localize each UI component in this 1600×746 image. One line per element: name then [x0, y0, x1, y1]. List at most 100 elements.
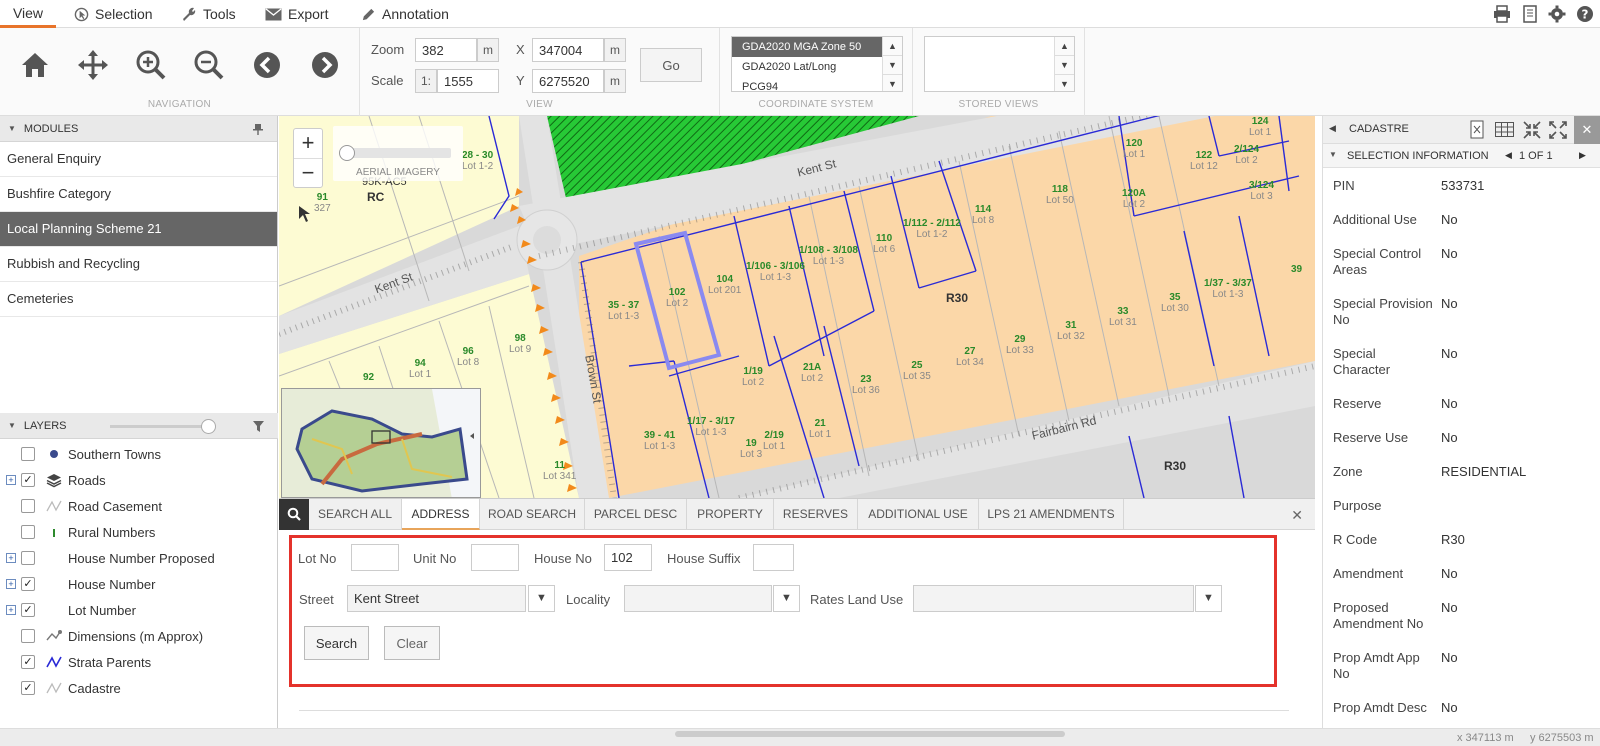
- forward-arrow-icon[interactable]: [308, 48, 342, 82]
- layer-checkbox[interactable]: ✓: [21, 681, 35, 695]
- coordinate-option[interactable]: GDA2020 Lat/Long: [732, 57, 902, 77]
- home-icon[interactable]: [18, 48, 52, 82]
- house-suffix-input[interactable]: [753, 544, 794, 571]
- horizontal-scrollbar[interactable]: [675, 731, 1065, 737]
- collapse-icon[interactable]: ▼: [1329, 150, 1337, 159]
- tab-road-search[interactable]: ROAD SEARCH: [480, 499, 585, 530]
- layer-row-house-number-proposed[interactable]: + House Number Proposed: [0, 545, 278, 571]
- map-zoom-out-button[interactable]: −: [294, 159, 322, 189]
- menu-tab-view[interactable]: View: [0, 0, 56, 28]
- close-icon[interactable]: ✕: [1291, 507, 1303, 524]
- lot-no-input[interactable]: [351, 544, 399, 571]
- stored-views-list[interactable]: ▲ ▼ ▼: [924, 36, 1075, 92]
- rates-land-use-select[interactable]: [913, 585, 1194, 612]
- coordinate-option[interactable]: PCG94: [732, 77, 902, 91]
- layer-checkbox[interactable]: [21, 629, 35, 643]
- modules-header[interactable]: ▼ MODULES: [0, 116, 277, 142]
- table-icon[interactable]: [1495, 122, 1514, 137]
- layer-row-strata-parents[interactable]: ✓ Strata Parents: [0, 649, 278, 675]
- layer-checkbox[interactable]: ✓: [21, 655, 35, 669]
- layer-checkbox[interactable]: [21, 447, 35, 461]
- opacity-slider[interactable]: [110, 419, 216, 434]
- locality-select[interactable]: [624, 585, 772, 612]
- expand-icon[interactable]: +: [6, 475, 16, 485]
- print-icon[interactable]: [1493, 5, 1511, 23]
- list-scroll-controls[interactable]: ▲ ▼ ▼: [1054, 37, 1074, 91]
- map-canvas[interactable]: Kent St Kent St Brown St Fairbairn Rd RC…: [279, 116, 1315, 498]
- menu-tab-selection[interactable]: Selection: [74, 0, 153, 28]
- tab-reserves[interactable]: RESERVES: [774, 499, 858, 530]
- tab-property[interactable]: PROPERTY: [687, 499, 774, 530]
- layer-checkbox[interactable]: [21, 525, 35, 539]
- overview-map[interactable]: [281, 388, 481, 498]
- collapse-left-icon[interactable]: ◀: [1329, 123, 1336, 134]
- prev-record-icon[interactable]: ◀: [1505, 150, 1512, 161]
- aerial-slider-track[interactable]: [339, 145, 451, 161]
- zoom-input[interactable]: [415, 38, 477, 62]
- back-arrow-icon[interactable]: [250, 48, 284, 82]
- module-item-cemeteries[interactable]: Cemeteries: [0, 282, 277, 317]
- coordinate-system-list[interactable]: GDA2020 MGA Zone 50 GDA2020 Lat/Long PCG…: [731, 36, 903, 92]
- document-icon[interactable]: [1521, 5, 1539, 23]
- house-no-input[interactable]: [604, 544, 652, 571]
- street-select[interactable]: Kent Street: [347, 585, 526, 612]
- zoom-out-icon[interactable]: [192, 48, 226, 82]
- layer-row-southern-towns[interactable]: Southern Towns: [0, 441, 278, 467]
- x-coordinate-input[interactable]: [532, 38, 604, 62]
- clear-button[interactable]: Clear: [384, 626, 440, 660]
- help-icon[interactable]: ?: [1576, 5, 1594, 23]
- expand-view-icon[interactable]: [1549, 121, 1567, 139]
- expand-icon[interactable]: +: [6, 553, 16, 563]
- layer-checkbox[interactable]: [21, 499, 35, 513]
- pan-move-icon[interactable]: [76, 48, 110, 82]
- next-record-icon[interactable]: ▶: [1579, 150, 1586, 161]
- tab-address[interactable]: ADDRESS: [402, 499, 480, 530]
- selection-info-header[interactable]: ▼ SELECTION INFORMATION ◀ 1 OF 1 ▶: [1323, 144, 1600, 168]
- search-button[interactable]: Search: [304, 626, 369, 660]
- go-button[interactable]: Go: [640, 48, 702, 82]
- pin-icon[interactable]: [253, 124, 263, 135]
- zoom-in-icon[interactable]: [134, 48, 168, 82]
- export-document-icon[interactable]: [1469, 120, 1485, 139]
- layer-row-cadastre[interactable]: ✓ Cadastre: [0, 675, 278, 701]
- street-dropdown-arrow[interactable]: ▼: [528, 585, 555, 612]
- layer-checkbox[interactable]: ✓: [21, 577, 35, 591]
- tab-lps21-amendments[interactable]: LPS 21 AMENDMENTS: [979, 499, 1124, 530]
- search-icon-button[interactable]: [279, 499, 309, 530]
- tab-additional-use[interactable]: ADDITIONAL USE: [858, 499, 979, 530]
- scale-input[interactable]: [437, 69, 499, 93]
- layer-row-roads[interactable]: + ✓ Roads: [0, 467, 278, 493]
- layer-row-lot-number[interactable]: + ✓ Lot Number: [0, 597, 278, 623]
- collapse-view-icon[interactable]: [1523, 121, 1541, 139]
- layer-row-house-number[interactable]: + ✓ House Number: [0, 571, 278, 597]
- menu-tab-tools[interactable]: Tools: [181, 0, 236, 28]
- cursor-select-icon[interactable]: [297, 204, 315, 224]
- y-coordinate-input[interactable]: [532, 69, 604, 93]
- coordinate-option[interactable]: GDA2020 MGA Zone 50: [732, 37, 902, 57]
- layer-row-road-casement[interactable]: Road Casement: [0, 493, 278, 519]
- aerial-slider-handle[interactable]: [339, 145, 355, 161]
- gear-icon[interactable]: [1548, 5, 1566, 23]
- close-panel-icon[interactable]: ✕: [1574, 116, 1600, 144]
- locality-dropdown-arrow[interactable]: ▼: [773, 585, 800, 612]
- collapse-icon[interactable]: ▼: [8, 421, 16, 430]
- module-item-general-enquiry[interactable]: General Enquiry: [0, 142, 277, 177]
- module-item-rubbish-recycling[interactable]: Rubbish and Recycling: [0, 247, 277, 282]
- layers-header[interactable]: ▼ LAYERS: [0, 413, 278, 439]
- expand-icon[interactable]: +: [6, 579, 16, 589]
- tab-search-all[interactable]: SEARCH ALL: [309, 499, 402, 530]
- module-item-local-planning-scheme[interactable]: Local Planning Scheme 21: [0, 212, 277, 247]
- layer-checkbox[interactable]: ✓: [21, 473, 35, 487]
- slider-handle[interactable]: [201, 419, 216, 434]
- layer-checkbox[interactable]: ✓: [21, 603, 35, 617]
- module-item-bushfire-category[interactable]: Bushfire Category: [0, 177, 277, 212]
- unit-no-input[interactable]: [471, 544, 519, 571]
- collapse-icon[interactable]: ▼: [8, 124, 16, 133]
- layer-row-dimensions[interactable]: Dimensions (m Approx): [0, 623, 278, 649]
- expand-icon[interactable]: +: [6, 605, 16, 615]
- menu-tab-export[interactable]: Export: [265, 0, 328, 28]
- tab-parcel-desc[interactable]: PARCEL DESC: [585, 499, 687, 530]
- layer-checkbox[interactable]: [21, 551, 35, 565]
- layer-row-rural-numbers[interactable]: Rural Numbers: [0, 519, 278, 545]
- rates-land-use-dropdown-arrow[interactable]: ▼: [1195, 585, 1222, 612]
